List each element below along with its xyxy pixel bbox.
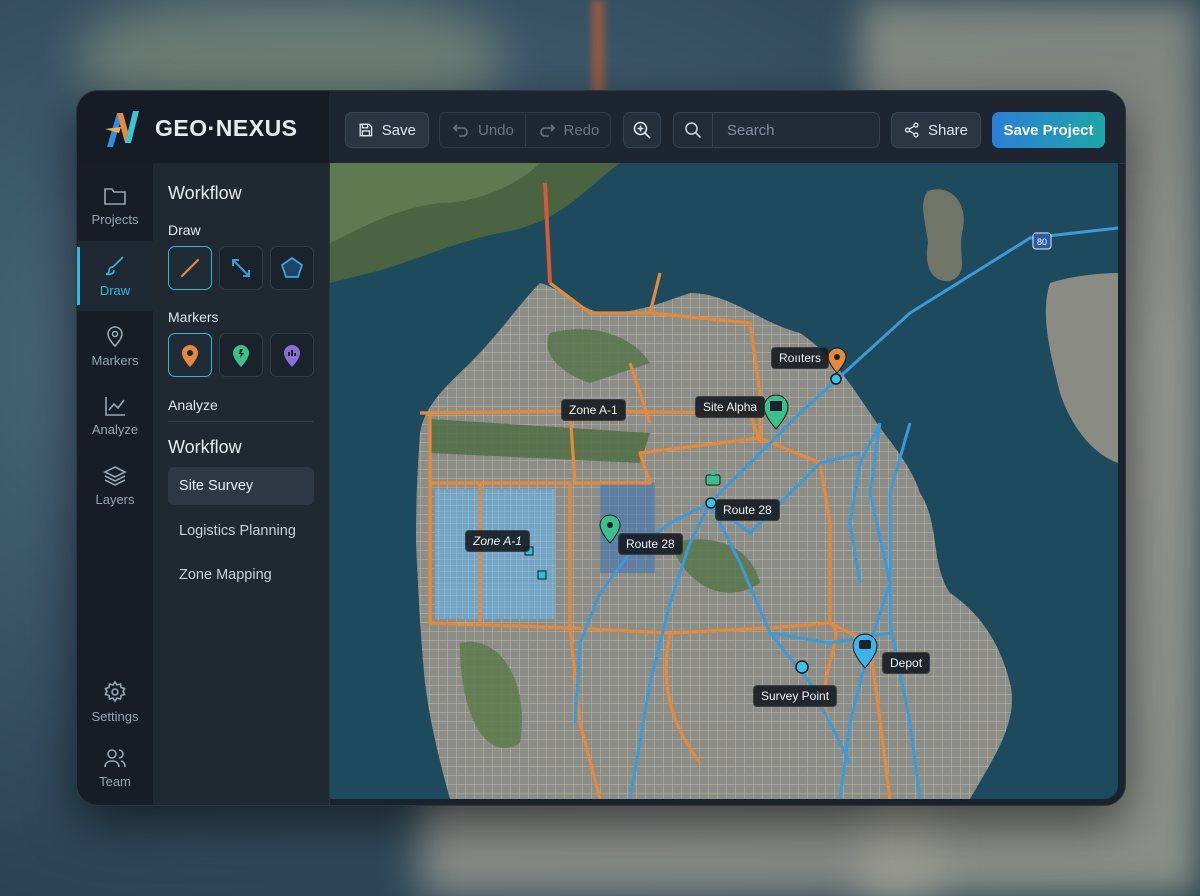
app-name: GEO·NEXUS — [155, 115, 298, 141]
toolbar: GEO·NEXUS Save Undo Redo Search Share Sa… — [77, 91, 1125, 164]
workflow-heading: Workflow — [168, 437, 242, 457]
search-box — [673, 112, 880, 148]
map-label-site-alpha[interactable]: Site Alpha — [695, 396, 766, 418]
rail-label: Team — [99, 774, 131, 789]
map-pin-icon — [284, 345, 300, 367]
zoom-in-icon — [633, 121, 651, 139]
line-icon — [180, 258, 200, 278]
map-label-depot[interactable]: Depot — [882, 652, 931, 674]
undo-button[interactable]: Undo — [440, 113, 525, 147]
search-icon — [674, 113, 713, 147]
map-label-route-28[interactable]: Route 28 — [618, 533, 683, 555]
workflow-item-site-survey[interactable]: Site Survey — [168, 467, 314, 505]
save-project-label: Save Project — [1003, 121, 1094, 139]
map-label-routers[interactable]: Roııters — [771, 347, 830, 369]
rail-label: Analyze — [91, 422, 139, 437]
chart-icon — [105, 397, 125, 416]
map-pin-icon — [233, 345, 249, 367]
pentagon-icon — [280, 256, 304, 278]
map-label-survey-point[interactable]: Survey Point — [753, 685, 838, 707]
background-bridge — [592, 0, 604, 100]
save-label: Save — [381, 121, 416, 139]
rail-label: Markers — [91, 353, 139, 368]
brush-icon — [105, 256, 124, 276]
workflow-item-zone-mapping[interactable]: Zone Mapping — [168, 556, 314, 594]
analyze-heading: Analyze — [168, 397, 218, 413]
save-project-button[interactable]: Save Project — [992, 112, 1105, 148]
markers-heading: Markers — [168, 309, 219, 325]
gear-icon — [104, 680, 126, 703]
layers-icon — [103, 466, 127, 486]
save-button[interactable]: Save — [345, 112, 429, 148]
redo-icon — [539, 124, 555, 137]
map-pin-icon — [182, 345, 198, 367]
rail-item-analyze[interactable]: Analyze — [77, 381, 153, 451]
map-pin-icon — [107, 326, 123, 348]
map-canvas[interactable]: 80 Roııters Zone A-1 Site Alpha Route 28… — [330, 163, 1118, 799]
island — [923, 189, 964, 282]
highway-shield-label: 80 — [1037, 237, 1047, 247]
line-tool-button[interactable] — [168, 246, 212, 290]
rail-label: Settings — [91, 709, 139, 724]
logo-area: GEO·NEXUS — [77, 91, 329, 163]
map-label-zone-a1[interactable]: Zone A-1 — [561, 399, 626, 421]
redo-button[interactable]: Redo — [526, 113, 611, 147]
rail-label: Projects — [91, 212, 139, 227]
routers-point[interactable] — [830, 373, 842, 385]
panel-title: Workflow — [168, 183, 242, 203]
rail-label: Draw — [99, 283, 131, 298]
workflow-panel: Workflow Draw Markers Analyze Workflow S… — [153, 163, 330, 805]
rail-item-layers[interactable]: Layers — [77, 451, 153, 521]
rail-item-settings[interactable]: Settings — [77, 667, 153, 737]
divider — [168, 421, 313, 422]
logo-icon — [105, 111, 139, 147]
orange-marker-button[interactable] — [168, 333, 212, 377]
purple-marker-button[interactable] — [270, 333, 314, 377]
search-input[interactable] — [713, 120, 879, 140]
rail-item-markers[interactable]: Markers — [77, 311, 153, 381]
share-button[interactable]: Share — [891, 112, 981, 148]
map-label-zone-a1[interactable]: Zone A-1 — [465, 530, 530, 552]
folder-icon — [104, 188, 126, 205]
undo-icon — [452, 124, 468, 137]
rail-item-team[interactable]: Team — [77, 733, 153, 803]
app-window: GEO·NEXUS Save Undo Redo Search Share Sa… — [76, 90, 1126, 806]
rail-label: Layers — [95, 492, 135, 507]
green-marker-button[interactable] — [219, 333, 263, 377]
share-icon — [904, 122, 919, 138]
draw-heading: Draw — [168, 222, 201, 238]
team-icon — [104, 749, 126, 768]
save-icon — [359, 123, 373, 137]
zone-highlight — [435, 489, 555, 619]
map-graphic: 80 — [330, 163, 1118, 799]
rail-item-projects[interactable]: Projects — [77, 171, 153, 241]
rail-item-draw[interactable]: Draw — [77, 241, 153, 311]
zoom-in-button[interactable] — [623, 112, 661, 148]
undo-redo-group: Undo Redo — [439, 112, 611, 148]
survey-point[interactable] — [795, 660, 809, 674]
polygon-tool-button[interactable] — [270, 246, 314, 290]
undo-label: Undo — [478, 121, 514, 139]
double-arrow-icon — [232, 259, 250, 277]
map-label-route-28[interactable]: Route 28 — [715, 499, 780, 521]
nav-rail: Projects Draw Markers Analyze Layers Set… — [77, 163, 153, 805]
measure-tool-button[interactable] — [219, 246, 263, 290]
share-label: Share — [927, 121, 968, 139]
redo-label: Redo — [563, 121, 600, 139]
workflow-item-logistics-planning[interactable]: Logistics Planning — [168, 512, 314, 550]
